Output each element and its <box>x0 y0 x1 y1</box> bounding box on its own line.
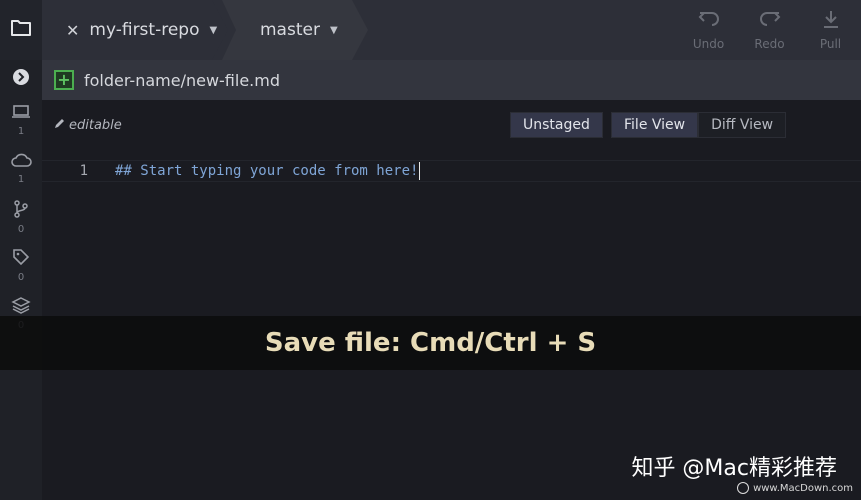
watermark: 知乎 @Mac精彩推荐 <box>631 456 837 481</box>
code-line[interactable]: 1 ## Start typing your code from here! <box>42 160 861 182</box>
local-count: 1 <box>17 126 25 137</box>
folder-icon <box>10 19 32 41</box>
redo-label: Redo <box>754 37 785 51</box>
pull-icon <box>821 9 841 33</box>
branches-count: 0 <box>17 224 25 235</box>
tags-count: 0 <box>17 272 25 283</box>
chevron-down-icon: ▼ <box>209 24 218 36</box>
repo-name: my-first-repo <box>89 20 200 40</box>
sidebar-item-tags[interactable]: 0 <box>0 248 42 283</box>
repositories-button[interactable] <box>0 0 42 60</box>
site-logo-icon <box>737 482 750 494</box>
editor-pane: editable Unstaged File View Diff View 1 … <box>42 100 861 500</box>
redo-button[interactable]: Redo <box>739 0 800 60</box>
sidebar: 1 1 0 0 0 <box>0 60 42 500</box>
remote-count: 1 <box>17 174 25 185</box>
file-path: folder-name/new-file.md <box>84 70 280 90</box>
close-icon[interactable]: ✕ <box>66 21 79 40</box>
code-content: ## Start typing your code from here! <box>115 163 419 179</box>
view-toggle: File View Diff View <box>611 112 787 138</box>
pull-button[interactable]: Pull <box>800 0 861 60</box>
branch-name: master <box>260 20 320 40</box>
tag-icon <box>12 248 30 270</box>
toolbar-actions: Undo Redo Pull <box>678 0 861 60</box>
redo-icon <box>759 9 781 33</box>
layers-icon <box>11 296 31 318</box>
pull-label: Pull <box>819 37 842 51</box>
code-text[interactable]: ## Start typing your code from here! <box>115 162 421 180</box>
sidebar-item-branches[interactable]: 0 <box>0 200 42 235</box>
watermark-site: www.MacDown.com <box>737 482 853 494</box>
file-header: + folder-name/new-file.md <box>42 60 861 100</box>
unstaged-button[interactable]: Unstaged <box>510 112 603 138</box>
cloud-icon <box>10 152 32 172</box>
branch-tab[interactable]: master ▼ <box>222 0 368 60</box>
caption-text: Save file: Cmd/Ctrl + S <box>264 328 597 358</box>
unstaged-group: Unstaged <box>510 112 603 138</box>
repo-tab[interactable]: ✕ my-first-repo ▼ <box>42 0 228 60</box>
text-cursor <box>419 162 421 180</box>
file-view-button[interactable]: File View <box>611 112 699 138</box>
editable-indicator: editable <box>54 118 122 133</box>
line-number: 1 <box>79 163 88 179</box>
pencil-icon <box>54 118 65 133</box>
top-bar: ✕ my-first-repo ▼ master ▼ Undo Redo Pul… <box>0 0 861 60</box>
editable-label: editable <box>69 118 122 133</box>
sidebar-item-local[interactable]: 1 <box>0 104 42 137</box>
watermark-site-text: www.MacDown.com <box>753 482 853 494</box>
undo-label: Undo <box>692 37 725 51</box>
chevron-down-icon: ▼ <box>329 24 338 36</box>
laptop-icon <box>11 104 31 124</box>
sidebar-item-remote[interactable]: 1 <box>0 152 42 185</box>
added-file-icon: + <box>54 70 74 90</box>
caption-overlay: Save file: Cmd/Ctrl + S <box>0 316 861 370</box>
chevron-right-circle-icon <box>12 68 30 90</box>
diff-view-button[interactable]: Diff View <box>698 112 787 138</box>
undo-icon <box>698 9 720 33</box>
branch-icon <box>13 200 29 222</box>
sidebar-item-expand[interactable] <box>0 68 42 90</box>
undo-button[interactable]: Undo <box>678 0 739 60</box>
